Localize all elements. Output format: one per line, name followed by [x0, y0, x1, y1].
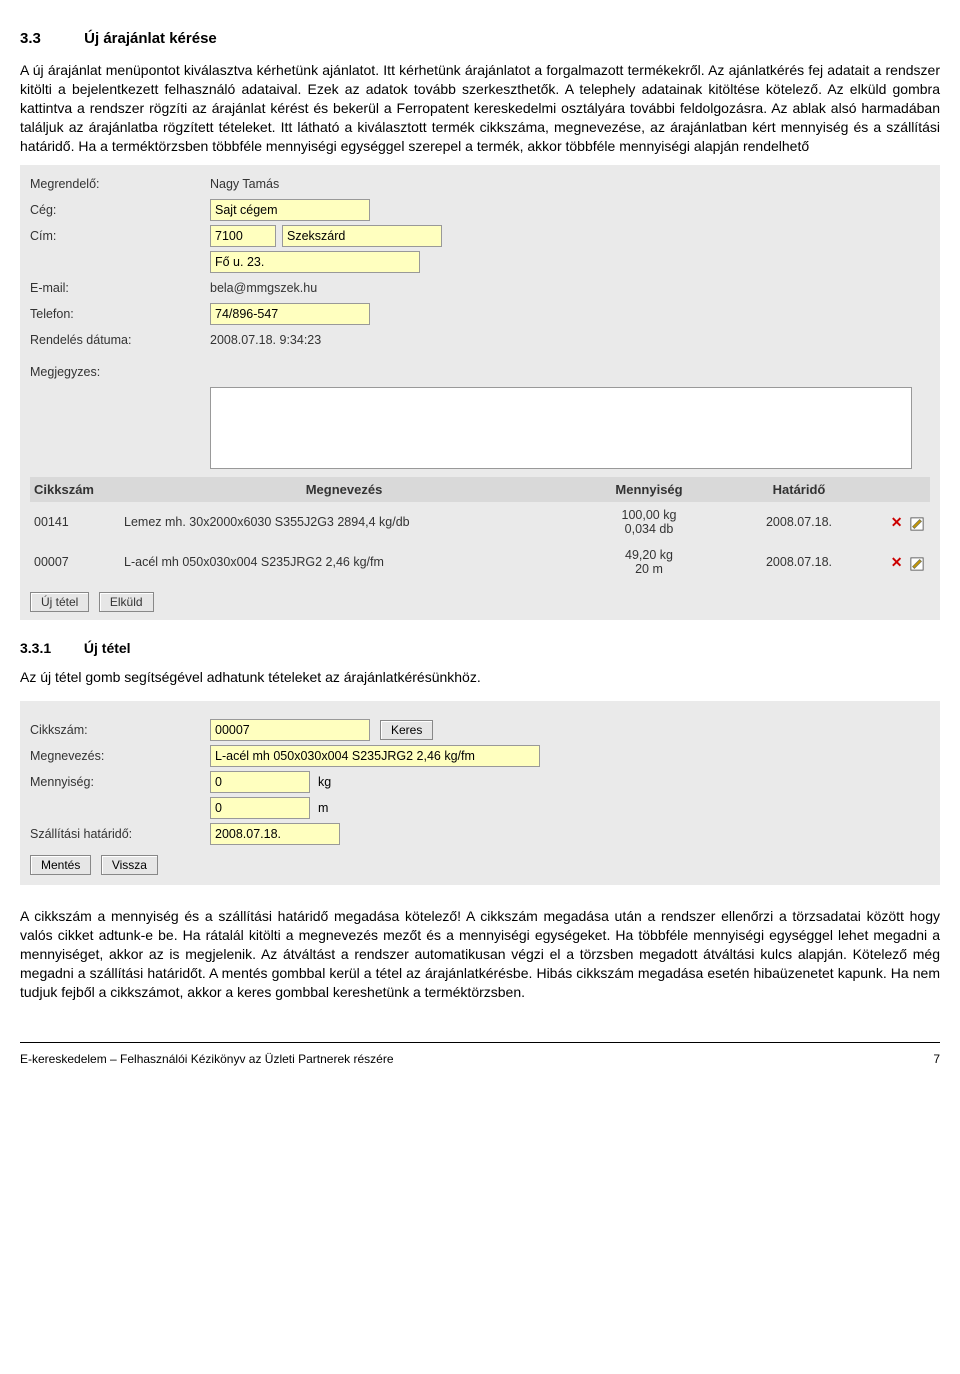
subsection-number: 3.3.1	[20, 640, 80, 656]
cell-menny-line1: 100,00 kg	[564, 508, 734, 522]
section-heading: 3.3 Új árajánlat kérése	[20, 30, 940, 47]
footer-left: E-kereskedelem – Felhasználói Kézikönyv …	[20, 1052, 394, 1066]
subsection-intro: Az új tétel gomb segítségével adhatunk t…	[20, 668, 940, 687]
section-number: 3.3	[20, 30, 80, 47]
cell-hatarido: 2008.07.18.	[734, 555, 864, 569]
input-mennyiseg-1[interactable]	[210, 771, 310, 793]
label-rendeles-datuma: Rendelés dátuma:	[30, 333, 210, 347]
back-button[interactable]: Vissza	[101, 855, 158, 875]
cell-mennyiseg: 100,00 kg 0,034 db	[564, 508, 734, 536]
label-cim: Cím:	[30, 229, 210, 243]
label-megnevezes: Megnevezés:	[30, 749, 210, 763]
delete-icon[interactable]: ✕	[891, 554, 903, 570]
cell-menny-line2: 20 m	[564, 562, 734, 576]
cell-hatarido: 2008.07.18.	[734, 515, 864, 529]
input-irsz[interactable]	[210, 225, 276, 247]
send-button[interactable]: Elküld	[99, 592, 154, 612]
input-varos[interactable]	[282, 225, 442, 247]
label-telefon: Telefon:	[30, 307, 210, 321]
cell-menny-line1: 49,20 kg	[564, 548, 734, 562]
textarea-megjegyzes[interactable]	[210, 387, 912, 469]
edit-icon[interactable]	[910, 557, 924, 571]
input-megnevezes[interactable]	[210, 745, 540, 767]
section-title: Új árajánlat kérése	[84, 30, 217, 47]
table-row: 00141 Lemez mh. 30x2000x6030 S355J2G3 28…	[30, 502, 930, 542]
input-telefon[interactable]	[210, 303, 370, 325]
new-item-button[interactable]: Új tétel	[30, 592, 89, 612]
value-email: bela@mmgszek.hu	[210, 280, 317, 296]
th-hatarido: Határidő	[734, 482, 864, 497]
items-table-header: Cikkszám Megnevezés Mennyiség Határidő	[30, 477, 930, 502]
section-paragraph: A új árajánlat menüpontot kiválasztva ké…	[20, 61, 940, 155]
input-utca[interactable]	[210, 251, 420, 273]
cell-mennyiseg: 49,20 kg 20 m	[564, 548, 734, 576]
cell-megnevezes: L-acél mh 050x030x004 S235JRG2 2,46 kg/f…	[124, 555, 564, 569]
subsection-heading: 3.3.1 Új tétel	[20, 640, 940, 656]
footer-page-number: 7	[933, 1052, 940, 1066]
delete-icon[interactable]: ✕	[891, 514, 903, 530]
edit-icon[interactable]	[910, 517, 924, 531]
th-megnevezes: Megnevezés	[124, 482, 564, 497]
label-szall-hatarido: Szállítási határidő:	[30, 827, 210, 841]
new-item-form: Cikkszám: Keres Megnevezés: Mennyiség: k…	[20, 701, 940, 885]
input-hatarido[interactable]	[210, 823, 340, 845]
value-rendeles-datuma: 2008.07.18. 9:34:23	[210, 332, 321, 348]
quote-request-form: Megrendelő: Nagy Tamás Cég: Cím: E-mail:…	[20, 165, 940, 620]
unit-2: m	[318, 801, 328, 815]
input-ceg[interactable]	[210, 199, 370, 221]
label-email: E-mail:	[30, 281, 210, 295]
label-ceg: Cég:	[30, 203, 210, 217]
cell-cikkszam: 00007	[34, 555, 124, 569]
label-mennyiseg: Mennyiség:	[30, 775, 210, 789]
closing-paragraph: A cikkszám a mennyiség és a szállítási h…	[20, 907, 940, 1001]
input-mennyiseg-2[interactable]	[210, 797, 310, 819]
value-megrendelo: Nagy Tamás	[210, 176, 279, 192]
cell-menny-line2: 0,034 db	[564, 522, 734, 536]
footer-divider	[20, 1042, 940, 1043]
input-cikkszam[interactable]	[210, 719, 370, 741]
save-button[interactable]: Mentés	[30, 855, 91, 875]
page-footer: E-kereskedelem – Felhasználói Kézikönyv …	[20, 1050, 940, 1066]
label-megjegyzes: Megjegyzes:	[30, 365, 210, 379]
th-cikkszam: Cikkszám	[34, 482, 124, 497]
table-row: 00007 L-acél mh 050x030x004 S235JRG2 2,4…	[30, 542, 930, 582]
search-button[interactable]: Keres	[380, 720, 433, 740]
label-megrendelo: Megrendelő:	[30, 177, 210, 191]
th-mennyiseg: Mennyiség	[564, 482, 734, 497]
cell-cikkszam: 00141	[34, 515, 124, 529]
label-cikkszam: Cikkszám:	[30, 723, 210, 737]
unit-1: kg	[318, 775, 331, 789]
subsection-title: Új tétel	[84, 640, 131, 656]
cell-megnevezes: Lemez mh. 30x2000x6030 S355J2G3 2894,4 k…	[124, 515, 564, 529]
